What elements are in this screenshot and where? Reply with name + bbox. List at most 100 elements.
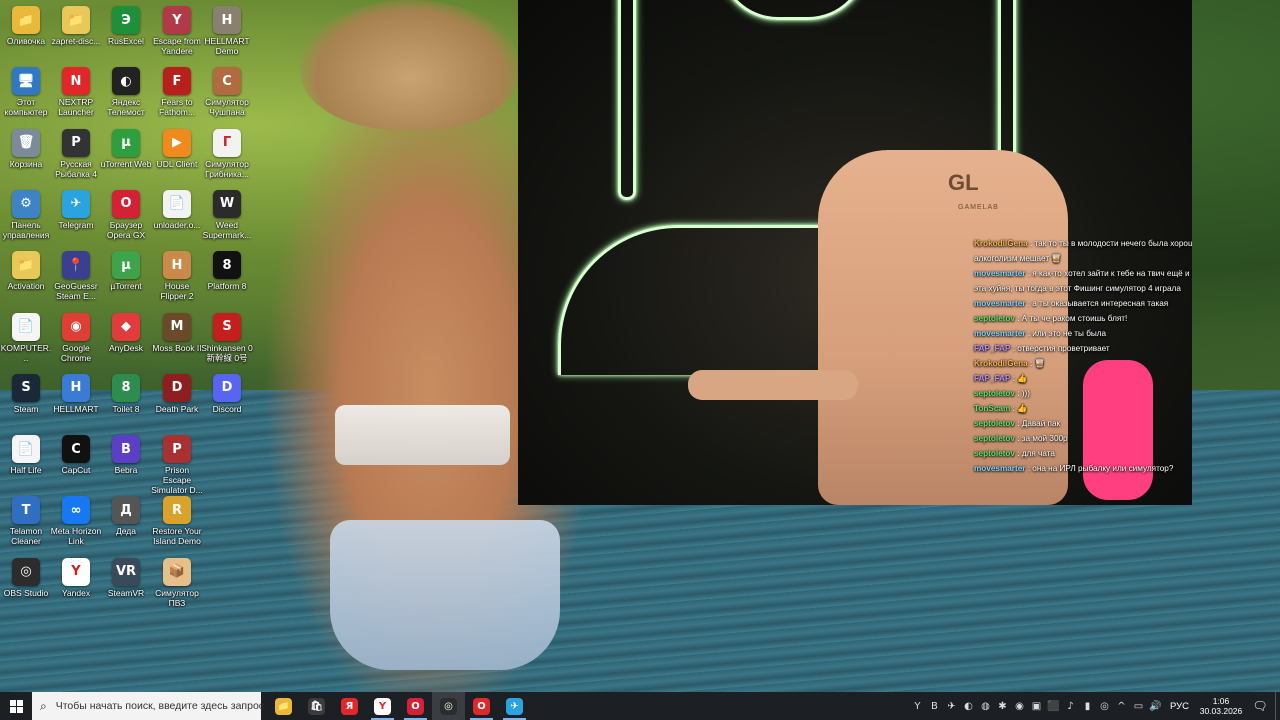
desktop-icon[interactable]: 🗑 Корзина	[0, 125, 52, 169]
desktop-icon[interactable]: P Prison Escape Simulator D...	[151, 431, 203, 495]
desktop-icon[interactable]: Y Yandex	[50, 554, 102, 598]
desktop-icon[interactable]: C CapCut	[50, 431, 102, 475]
tray-icon[interactable]: ▮	[1080, 699, 1095, 714]
desktop-icon[interactable]: µ uTorrent Web	[100, 125, 152, 169]
desktop-icon[interactable]: ◎ OBS Studio	[0, 554, 52, 598]
chat-username: septoletov	[974, 314, 1015, 323]
desktop-icon[interactable]: M Moss Book II	[151, 309, 203, 353]
desktop-icon[interactable]: Р Русская Рыбалка 4	[50, 125, 102, 179]
desktop-icon[interactable]: µ µTorrent	[100, 247, 152, 291]
taskbar-app-explorer[interactable]: 📁	[267, 692, 300, 720]
desktop-icon[interactable]: 🖥 Этот компьютер	[0, 63, 52, 117]
desktop-icon-label: Симулятор Грибника...	[205, 158, 249, 179]
desktop-icon[interactable]: 📄 Half Life	[0, 431, 52, 475]
desktop-icon[interactable]: С Симулятор Чушпана	[201, 63, 253, 117]
desktop-icon[interactable]: ◐ Яндекс Телемост	[100, 63, 152, 117]
desktop-icon[interactable]: T Telamon Cleaner	[0, 492, 52, 546]
taskbar-app-yandex-browser[interactable]: Y	[366, 692, 399, 720]
desktop-icon[interactable]: 📍 GeoGuessr Steam E...	[50, 247, 102, 301]
tray-icon[interactable]: ▭	[1131, 699, 1146, 714]
start-button[interactable]	[0, 692, 32, 720]
desktop-icon[interactable]: 📁 Оливочка	[0, 2, 52, 46]
desktop-icon[interactable]: H HELLMART	[50, 370, 102, 414]
tray-icon[interactable]: B	[927, 699, 942, 714]
show-desktop-button[interactable]	[1275, 692, 1280, 720]
taskbar-app-telegram[interactable]: ✈	[498, 692, 531, 720]
taskbar-app-opera-gx[interactable]: O	[399, 692, 432, 720]
chat-username: movesmarter	[974, 329, 1026, 338]
desktop-icon[interactable]: ⚙ Панель управления	[0, 186, 52, 240]
desktop-icon-label: HELLMART	[53, 403, 99, 414]
desktop-icon[interactable]: B Bebra	[100, 431, 152, 475]
desktop-icon[interactable]: Г Симулятор Грибника...	[201, 125, 253, 179]
notification-center-icon[interactable]: 🗨	[1245, 692, 1275, 720]
desktop-icon[interactable]: 📦 Симулятор ПВЗ	[151, 554, 203, 608]
taskbar-app-opera[interactable]: O	[465, 692, 498, 720]
desktop-icon[interactable]: ✈ Telegram	[50, 186, 102, 230]
desktop-icon[interactable]: 📁 Activation	[0, 247, 52, 291]
desktop-icon-label: Fears to Fathom...	[159, 97, 195, 118]
clock[interactable]: 1:06 30.03.2026	[1197, 696, 1245, 716]
desktop-icon[interactable]: H House Flipper 2	[151, 247, 203, 301]
desktop-icon[interactable]: 📄 unloader.o...	[151, 186, 203, 230]
desktop-icon[interactable]: D Discord	[201, 370, 253, 414]
desktop-icon-label: RusExcel	[108, 36, 144, 46]
taskbar-app-obs[interactable]: ◎	[432, 692, 465, 720]
desktop-icon-label: zapret-disc...	[51, 36, 101, 46]
desktop-icon[interactable]: Д Деда	[100, 492, 152, 536]
desktop-icon[interactable]: O Браузер Opera GX	[100, 186, 152, 240]
chat-text: : А ты че раком стоишь блят!	[1017, 314, 1128, 323]
app-icon: F	[163, 67, 191, 96]
desktop-icon[interactable]: 📄 KOMPUTER...	[0, 309, 52, 363]
taskbar-search-box[interactable]: ⌕ Чтобы начать поиск, введите здесь запр…	[32, 692, 264, 720]
desktop-icon-label: Yandex	[61, 587, 91, 598]
desktop-icon[interactable]: ▶ UDL Client	[151, 125, 203, 169]
desktop-icon[interactable]: ◆ AnyDesk	[100, 309, 152, 353]
desktop-icon[interactable]: ◉ Google Chrome	[50, 309, 102, 363]
desktop-icon[interactable]: R Restore Your Island Demo	[151, 492, 203, 546]
chat-message: KrokodilGena : 🥃	[974, 356, 1192, 371]
stream-preview-window[interactable]: GL GAMELAB KrokodilGena : так то ты в мо…	[518, 0, 1192, 505]
desktop-icon-label: GeoGuessr Steam E...	[54, 281, 98, 302]
tray-icon[interactable]: ^	[1114, 699, 1129, 714]
desktop-icon[interactable]: W Weed Supermark...	[201, 186, 253, 240]
desktop-icon[interactable]: Э RusExcel	[100, 2, 152, 46]
app-icon: Д	[112, 496, 140, 525]
tray-icon[interactable]: ◐	[961, 699, 976, 714]
input-language[interactable]: РУС	[1170, 701, 1189, 712]
desktop-icon[interactable]: 8 Platform 8	[201, 247, 253, 291]
chat-text: : 👍	[1012, 374, 1028, 383]
desktop-icon[interactable]: VR SteamVR	[100, 554, 152, 598]
tray-icon[interactable]: ⬛	[1046, 699, 1061, 714]
taskbar-app-store[interactable]: 🛍	[300, 692, 333, 720]
desktop-icon[interactable]: Y Escape from Yandere	[151, 2, 203, 56]
desktop-icon-label: Death Park	[155, 403, 199, 414]
tray-icon[interactable]: ◉	[1012, 699, 1027, 714]
desktop-icon[interactable]: S Shinkansen 0 新幹線 0号	[201, 309, 253, 363]
taskbar-app-yandex-music[interactable]: Я	[333, 692, 366, 720]
tray-icon[interactable]: ♪	[1063, 699, 1078, 714]
app-icon: 📄	[12, 312, 40, 341]
desktop-icon[interactable]: ∞ Meta Horizon Link	[50, 492, 102, 546]
desktop-icon[interactable]: 8 Toilet 8	[100, 370, 152, 414]
desktop-icon[interactable]: N NEXTRP Launcher	[50, 63, 102, 117]
desktop-icon[interactable]: D Death Park	[151, 370, 203, 414]
windows-logo-icon	[9, 699, 23, 713]
desktop-icon-label: Toilet 8	[112, 403, 140, 414]
chat-message: movesmarter : я как-то хотел зайти к теб…	[974, 266, 1192, 296]
tray-icon[interactable]: 🔊	[1148, 699, 1163, 714]
app-icon: D	[163, 373, 191, 402]
desktop-icon[interactable]: 📁 zapret-disc...	[50, 2, 102, 46]
desktop-icon[interactable]: S Steam	[0, 370, 52, 414]
tray-icon[interactable]: Y	[910, 699, 925, 714]
tray-icon[interactable]: ✱	[995, 699, 1010, 714]
tray-icon[interactable]: ◎	[1097, 699, 1112, 714]
app-icon: T	[12, 496, 40, 525]
tray-icon[interactable]: ▣	[1029, 699, 1044, 714]
tray-icon[interactable]: ✈	[944, 699, 959, 714]
chat-username: TonScam	[974, 404, 1011, 413]
desktop-icon[interactable]: H HELLMART Demo	[201, 2, 253, 56]
tray-icon[interactable]: ◍	[978, 699, 993, 714]
app-icon: Г	[213, 128, 241, 157]
desktop-icon[interactable]: F Fears to Fathom...	[151, 63, 203, 117]
